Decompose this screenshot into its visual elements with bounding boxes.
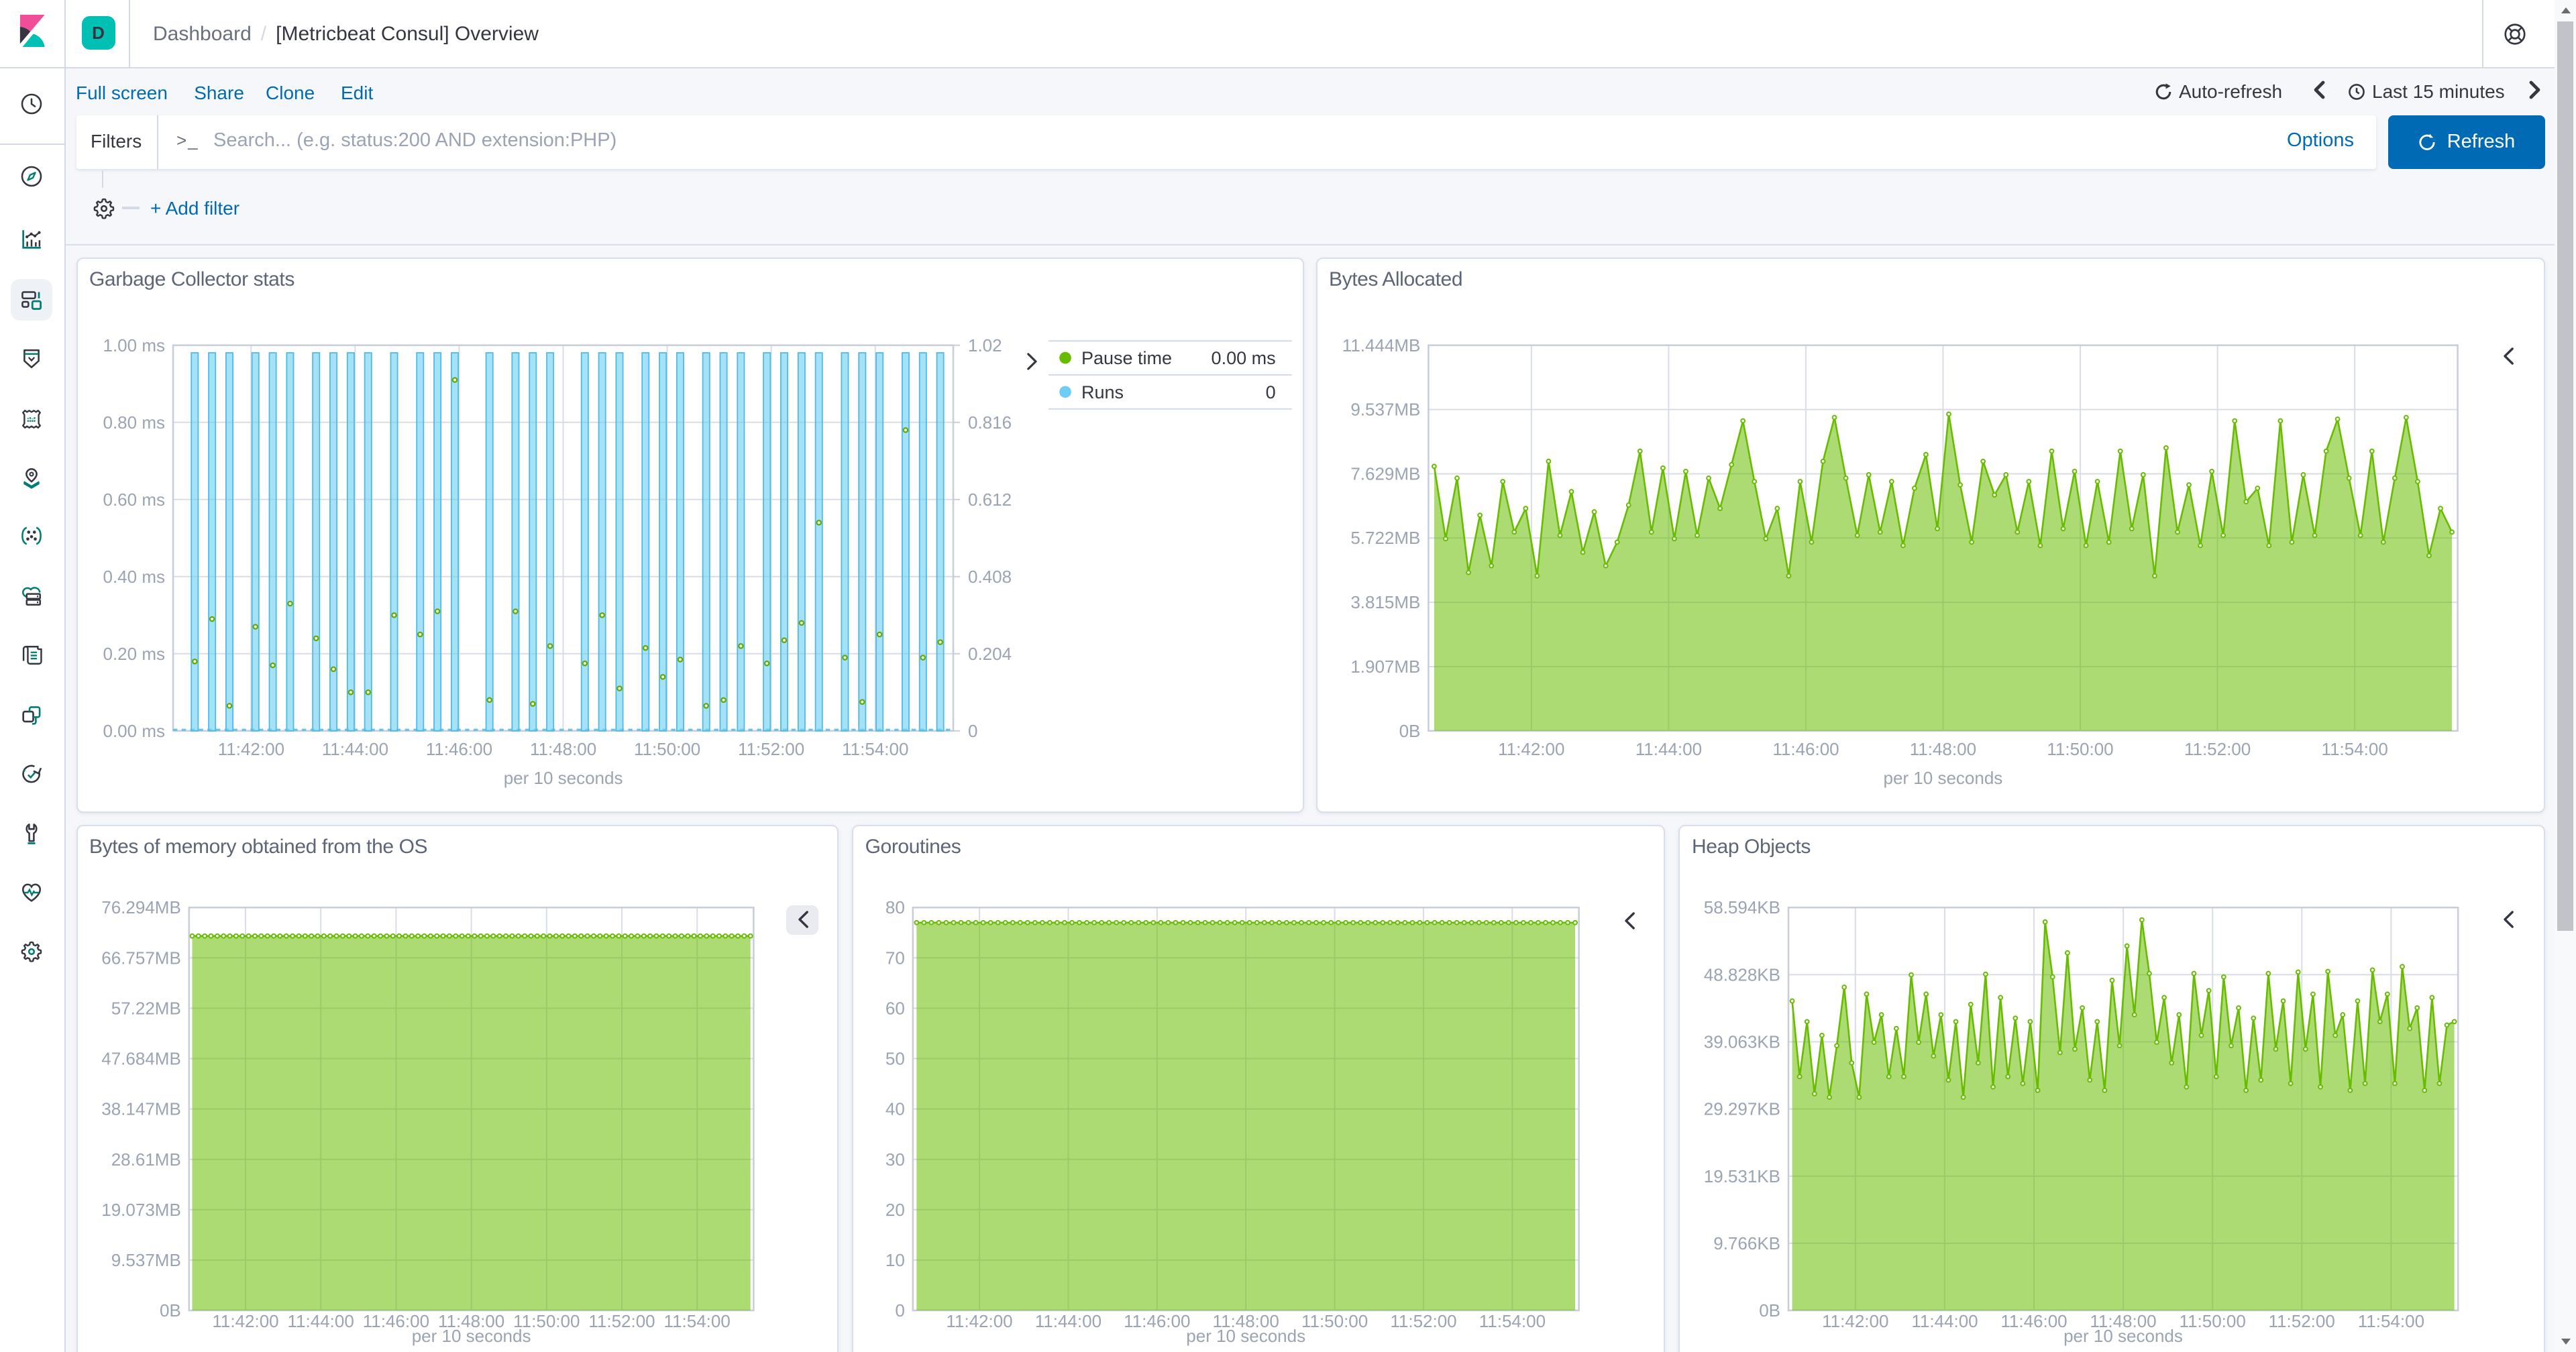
svg-text:0.80 ms: 0.80 ms (103, 412, 165, 433)
svg-text:11:44:00: 11:44:00 (287, 1311, 354, 1331)
svg-text:11:54:00: 11:54:00 (663, 1311, 730, 1331)
svg-text:Pause time: Pause time (1081, 348, 1171, 368)
svg-text:11:52:00: 11:52:00 (2269, 1311, 2335, 1331)
svg-text:0.204: 0.204 (967, 644, 1011, 664)
svg-text:28.61MB: 28.61MB (111, 1149, 180, 1170)
svg-text:per 10 seconds: per 10 seconds (2063, 1326, 2183, 1346)
svg-text:Runs: Runs (1081, 382, 1123, 402)
svg-text:11:50:00: 11:50:00 (1301, 1311, 1368, 1331)
svg-text:1.02: 1.02 (967, 335, 1002, 355)
svg-text:0.60 ms: 0.60 ms (103, 490, 165, 510)
svg-text:0: 0 (1265, 382, 1275, 402)
svg-text:20: 20 (885, 1200, 904, 1220)
svg-text:58.594KB: 58.594KB (1704, 897, 1780, 917)
svg-text:0.40 ms: 0.40 ms (103, 567, 165, 587)
svg-text:1.00 ms: 1.00 ms (103, 335, 165, 355)
svg-text:7.629MB: 7.629MB (1350, 463, 1419, 484)
svg-text:11.444MB: 11.444MB (1342, 335, 1420, 355)
svg-text:per 10 seconds: per 10 seconds (411, 1326, 531, 1346)
svg-text:11:42:00: 11:42:00 (211, 1311, 278, 1331)
svg-text:66.757MB: 66.757MB (101, 948, 180, 968)
svg-text:11:52:00: 11:52:00 (1390, 1311, 1456, 1331)
svg-text:11:46:00: 11:46:00 (2000, 1311, 2067, 1331)
svg-text:19.073MB: 19.073MB (101, 1200, 180, 1220)
svg-text:0.612: 0.612 (967, 490, 1011, 510)
svg-text:11:54:00: 11:54:00 (1479, 1311, 1545, 1331)
svg-text:11:52:00: 11:52:00 (588, 1311, 654, 1331)
svg-text:0B: 0B (1399, 721, 1420, 741)
svg-text:19.531KB: 19.531KB (1704, 1166, 1780, 1186)
svg-text:11:42:00: 11:42:00 (946, 1311, 1012, 1331)
svg-text:11:44:00: 11:44:00 (1034, 1311, 1101, 1331)
svg-text:11:52:00: 11:52:00 (2184, 739, 2250, 759)
svg-text:11:50:00: 11:50:00 (633, 739, 700, 759)
svg-text:11:42:00: 11:42:00 (217, 739, 284, 759)
svg-text:5.722MB: 5.722MB (1350, 528, 1419, 548)
svg-text:0B: 0B (159, 1300, 180, 1320)
svg-text:11:50:00: 11:50:00 (2180, 1311, 2246, 1331)
svg-text:per 10 seconds: per 10 seconds (503, 768, 623, 788)
svg-text:11:50:00: 11:50:00 (2046, 739, 2112, 759)
svg-text:80: 80 (885, 897, 904, 917)
svg-text:11:54:00: 11:54:00 (841, 739, 908, 759)
svg-text:50: 50 (885, 1049, 904, 1069)
svg-text:0B: 0B (1759, 1300, 1780, 1320)
svg-text:11:44:00: 11:44:00 (321, 739, 388, 759)
svg-text:39.063KB: 39.063KB (1704, 1031, 1780, 1052)
svg-text:0: 0 (895, 1300, 904, 1320)
svg-text:11:48:00: 11:48:00 (529, 739, 596, 759)
svg-text:11:44:00: 11:44:00 (1635, 739, 1701, 759)
svg-text:11:42:00: 11:42:00 (1497, 739, 1564, 759)
svg-text:0.408: 0.408 (967, 567, 1011, 587)
svg-text:11:46:00: 11:46:00 (1772, 739, 1838, 759)
svg-text:per 10 seconds: per 10 seconds (1186, 1326, 1305, 1346)
svg-text:0: 0 (967, 721, 977, 741)
svg-text:0.00 ms: 0.00 ms (103, 721, 165, 741)
svg-text:per 10 seconds: per 10 seconds (1883, 768, 2002, 788)
svg-text:0.20 ms: 0.20 ms (103, 644, 165, 664)
svg-text:3.815MB: 3.815MB (1350, 592, 1419, 612)
svg-text:0.816: 0.816 (967, 412, 1011, 433)
svg-text:11:54:00: 11:54:00 (2321, 739, 2387, 759)
svg-text:11:54:00: 11:54:00 (2358, 1311, 2424, 1331)
svg-text:9.766KB: 9.766KB (1713, 1233, 1780, 1253)
svg-text:11:46:00: 11:46:00 (425, 739, 492, 759)
svg-text:10: 10 (885, 1250, 904, 1270)
svg-text:9.537MB: 9.537MB (111, 1250, 180, 1270)
svg-text:48.828KB: 48.828KB (1704, 964, 1780, 984)
svg-text:1.907MB: 1.907MB (1350, 657, 1419, 677)
svg-text:30: 30 (885, 1149, 904, 1170)
svg-text:38.147MB: 38.147MB (101, 1099, 180, 1119)
svg-text:11:48:00: 11:48:00 (1909, 739, 1976, 759)
svg-text:11:44:00: 11:44:00 (1911, 1311, 1978, 1331)
svg-text:57.22MB: 57.22MB (111, 998, 180, 1018)
svg-text:11:42:00: 11:42:00 (1822, 1311, 1888, 1331)
svg-text:9.537MB: 9.537MB (1350, 400, 1419, 420)
svg-text:47.684MB: 47.684MB (101, 1049, 180, 1069)
svg-text:70: 70 (885, 948, 904, 968)
svg-text:11:52:00: 11:52:00 (737, 739, 804, 759)
svg-text:40: 40 (885, 1099, 904, 1119)
svg-text:11:46:00: 11:46:00 (1124, 1311, 1190, 1331)
svg-text:76.294MB: 76.294MB (101, 897, 180, 917)
svg-text:0.00 ms: 0.00 ms (1211, 348, 1275, 368)
svg-text:29.297KB: 29.297KB (1704, 1099, 1780, 1119)
svg-text:60: 60 (885, 998, 904, 1018)
